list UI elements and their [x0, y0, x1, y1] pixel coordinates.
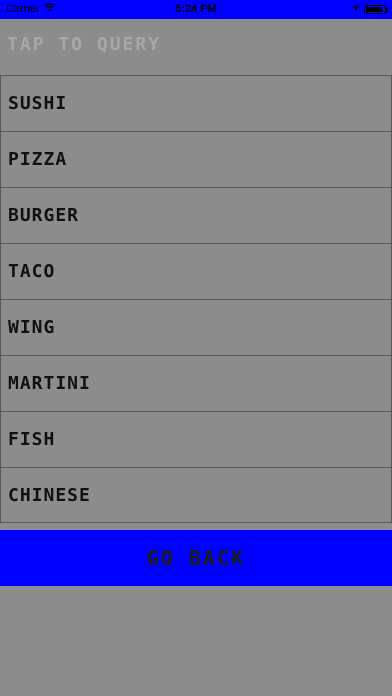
menu-item-chinese[interactable]: CHINESE — [0, 467, 392, 523]
menu-item-sushi[interactable]: SUSHI — [0, 75, 392, 131]
status-time: 5:24 PM — [175, 3, 217, 15]
menu-item-taco[interactable]: TACO — [0, 243, 392, 299]
menu-item-label: MARTINI — [8, 373, 91, 394]
menu-item-martini[interactable]: MARTINI — [0, 355, 392, 411]
menu-item-wing[interactable]: WING — [0, 299, 392, 355]
status-right — [352, 3, 388, 15]
menu-item-label: BURGER — [8, 205, 80, 226]
page-title: TAP TO QUERY — [7, 34, 162, 55]
menu-item-label: WING — [8, 317, 56, 338]
menu-item-fish[interactable]: FISH — [0, 411, 392, 467]
battery-icon — [364, 4, 388, 14]
menu-item-pizza[interactable]: PIZZA — [0, 131, 392, 187]
location-arrow-icon — [352, 3, 359, 15]
menu-item-label: TACO — [8, 261, 56, 282]
status-bar: Carrier 5:24 PM — [0, 0, 392, 19]
menu-item-label: CHINESE — [8, 484, 91, 506]
menu-item-label: SUSHI — [8, 93, 68, 114]
go-back-button[interactable]: GO BACK — [0, 530, 392, 586]
food-menu-list: SUSHI PIZZA BURGER TACO WING MARTINI FISH CHINE… — [0, 75, 392, 523]
battery-fill — [366, 6, 382, 12]
menu-item-label: FISH — [8, 429, 56, 450]
menu-item-burger[interactable]: BURGER — [0, 187, 392, 243]
menu-item-label: PIZZA — [8, 149, 68, 170]
